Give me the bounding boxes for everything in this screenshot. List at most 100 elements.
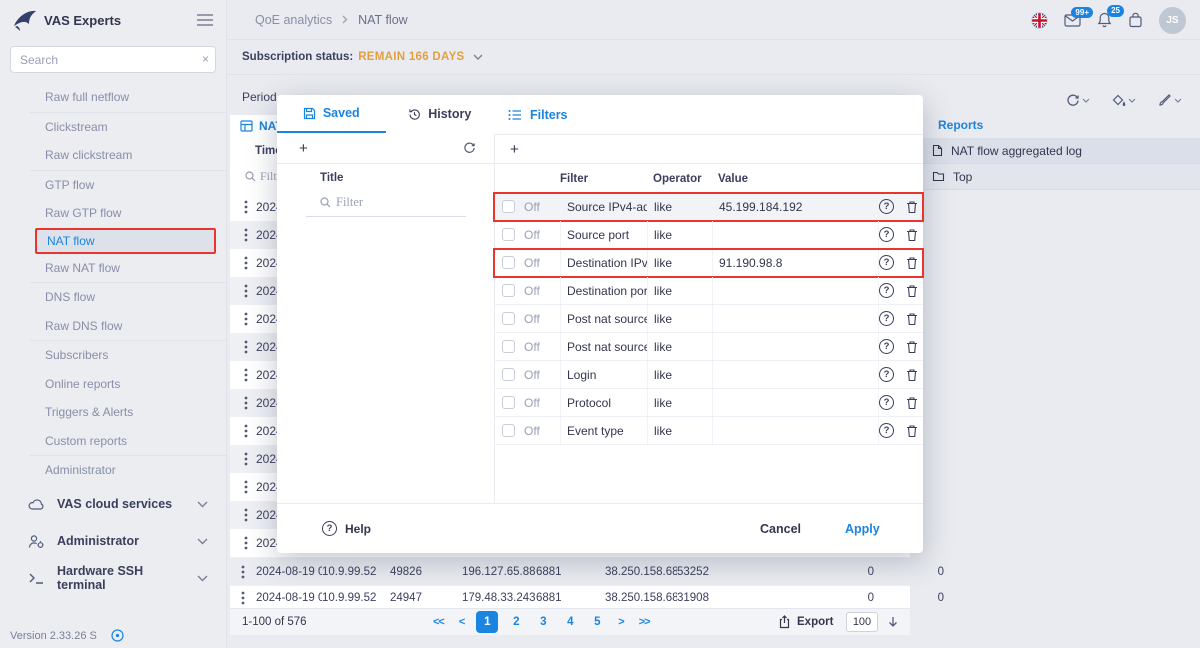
page-size-select[interactable]: 100: [846, 612, 878, 632]
sidebar-item-raw-gtp-flow[interactable]: Raw GTP flow: [0, 199, 226, 228]
help-icon[interactable]: ?: [879, 283, 894, 298]
filter-row-destination-port[interactable]: Off Destination port like ?: [494, 277, 923, 305]
page-button-1[interactable]: 1: [476, 611, 498, 633]
page-button-3[interactable]: 3: [534, 616, 552, 628]
trash-icon[interactable]: [900, 200, 924, 214]
filter-value[interactable]: 45.199.184.192: [712, 193, 878, 220]
row-drag-handle-icon[interactable]: [244, 452, 248, 466]
trash-icon[interactable]: [900, 340, 924, 354]
row-drag-handle-icon[interactable]: [244, 284, 248, 298]
filter-checkbox[interactable]: [502, 368, 515, 381]
filter-value[interactable]: [712, 389, 878, 416]
row-drag-handle-icon[interactable]: [244, 228, 248, 242]
page-button-4[interactable]: 4: [561, 616, 579, 628]
trash-icon[interactable]: [900, 284, 924, 298]
sidebar-section-administrator[interactable]: Administrator: [0, 524, 226, 559]
filter-name[interactable]: Post nat source: [560, 305, 647, 332]
sidebar-item-raw-nat-flow[interactable]: Raw NAT flow: [0, 254, 226, 283]
filter-checkbox[interactable]: [502, 228, 515, 241]
filter-name[interactable]: Post nat source: [560, 333, 647, 360]
notifications-button[interactable]: 25: [1097, 12, 1112, 28]
filter-row-login[interactable]: Off Login like ?: [494, 361, 923, 389]
sidebar-section-vas-cloud-services[interactable]: VAS cloud services: [0, 487, 226, 522]
prev-page-button[interactable]: <: [456, 616, 467, 628]
sidebar-item-administrator[interactable]: Administrator: [0, 456, 226, 485]
help-icon[interactable]: ?: [879, 227, 894, 242]
row-drag-handle-icon[interactable]: [244, 508, 248, 522]
filter-operator[interactable]: like: [647, 277, 712, 304]
sidebar-item-raw-dns-flow[interactable]: Raw DNS flow: [0, 312, 226, 341]
language-flag-icon[interactable]: [1031, 12, 1048, 29]
filter-row-source-ipv4-address[interactable]: Off Source IPv4-add like 45.199.184.192 …: [494, 193, 923, 221]
filter-value[interactable]: [712, 417, 878, 444]
subscription-status-value[interactable]: REMAIN 166 DAYS: [358, 51, 464, 63]
brush-dropdown-button[interactable]: [1158, 94, 1182, 107]
sidebar-item-gtp-flow[interactable]: GTP flow: [0, 171, 226, 200]
row-drag-handle-icon[interactable]: [244, 368, 248, 382]
filter-state[interactable]: Off: [524, 228, 560, 242]
filter-row-protocol[interactable]: Off Protocol like ?: [494, 389, 923, 417]
tab-saved[interactable]: Saved: [277, 95, 386, 133]
trash-icon[interactable]: [900, 256, 924, 270]
filter-state[interactable]: Off: [524, 368, 560, 382]
filter-operator[interactable]: like: [647, 305, 712, 332]
sidebar-item-custom-reports[interactable]: Custom reports: [0, 427, 226, 456]
apply-button[interactable]: Apply: [845, 522, 880, 536]
filter-row-post-nat-source-2[interactable]: Off Post nat source like ?: [494, 333, 923, 361]
report-item-top[interactable]: Top: [922, 164, 1200, 190]
filter-operator[interactable]: like: [647, 221, 712, 248]
filter-name[interactable]: Protocol: [560, 389, 647, 416]
table-row[interactable]: 2024-08-19 00 10.9.99.52 24947 179.48.33…: [230, 585, 910, 609]
shop-bag-icon[interactable]: [1128, 12, 1143, 28]
circled-dot-icon[interactable]: [111, 629, 124, 642]
help-icon[interactable]: ?: [879, 199, 894, 214]
filter-row-source-port[interactable]: Off Source port like ?: [494, 221, 923, 249]
row-drag-handle-icon[interactable]: [244, 536, 248, 550]
avatar[interactable]: JS: [1159, 7, 1186, 34]
sidebar-item-raw-full-netflow[interactable]: Raw full netflow: [0, 83, 226, 112]
filter-value[interactable]: [712, 221, 878, 248]
filter-state[interactable]: Off: [524, 340, 560, 354]
tab-history[interactable]: History: [386, 95, 495, 133]
sidebar-item-dns-flow[interactable]: DNS flow: [0, 283, 226, 312]
help-icon[interactable]: ?: [879, 255, 894, 270]
paint-bucket-dropdown-button[interactable]: [1112, 94, 1136, 107]
help-icon[interactable]: ?: [879, 423, 894, 438]
filter-checkbox[interactable]: [502, 284, 515, 297]
search-clear-icon[interactable]: ×: [202, 52, 209, 66]
download-icon[interactable]: [887, 616, 899, 629]
row-drag-handle-icon[interactable]: [241, 591, 245, 605]
filter-value[interactable]: [712, 361, 878, 388]
filter-state[interactable]: Off: [524, 424, 560, 438]
sidebar-item-triggers-alerts[interactable]: Triggers & Alerts: [0, 398, 226, 427]
sidebar-item-subscribers[interactable]: Subscribers: [0, 341, 226, 370]
trash-icon[interactable]: [900, 368, 924, 382]
cancel-button[interactable]: Cancel: [760, 522, 801, 536]
filter-row-destination-ipv4[interactable]: Off Destination IPv4 like 91.190.98.8 ?: [494, 249, 923, 277]
filter-value[interactable]: [712, 277, 878, 304]
search-input[interactable]: [10, 46, 216, 73]
filter-state[interactable]: Off: [524, 312, 560, 326]
sidebar-item-raw-clickstream[interactable]: Raw clickstream: [0, 141, 226, 170]
sidebar-section-hardware-ssh-terminal[interactable]: Hardware SSH terminal: [0, 561, 226, 596]
filter-checkbox[interactable]: [502, 340, 515, 353]
add-saved-filter-button[interactable]: +: [299, 141, 308, 156]
row-drag-handle-icon[interactable]: [244, 396, 248, 410]
filter-state[interactable]: Off: [524, 396, 560, 410]
hamburger-menu-icon[interactable]: [196, 13, 214, 27]
last-page-button[interactable]: >>: [636, 616, 653, 628]
filter-state[interactable]: Off: [524, 256, 560, 270]
row-drag-handle-icon[interactable]: [244, 256, 248, 270]
filter-name[interactable]: Source port: [560, 221, 647, 248]
help-icon[interactable]: ?: [879, 311, 894, 326]
filter-name[interactable]: Source IPv4-add: [560, 193, 647, 220]
breadcrumb-qoe-analytics[interactable]: QoE analytics: [255, 13, 332, 27]
trash-icon[interactable]: [900, 396, 924, 410]
messages-button[interactable]: 99+: [1064, 14, 1081, 27]
saved-filter-input[interactable]: [336, 195, 446, 210]
filter-checkbox[interactable]: [502, 396, 515, 409]
filter-value[interactable]: [712, 333, 878, 360]
sidebar-item-clickstream[interactable]: Clickstream: [0, 113, 226, 142]
filter-state[interactable]: Off: [524, 200, 560, 214]
filter-operator[interactable]: like: [647, 417, 712, 444]
